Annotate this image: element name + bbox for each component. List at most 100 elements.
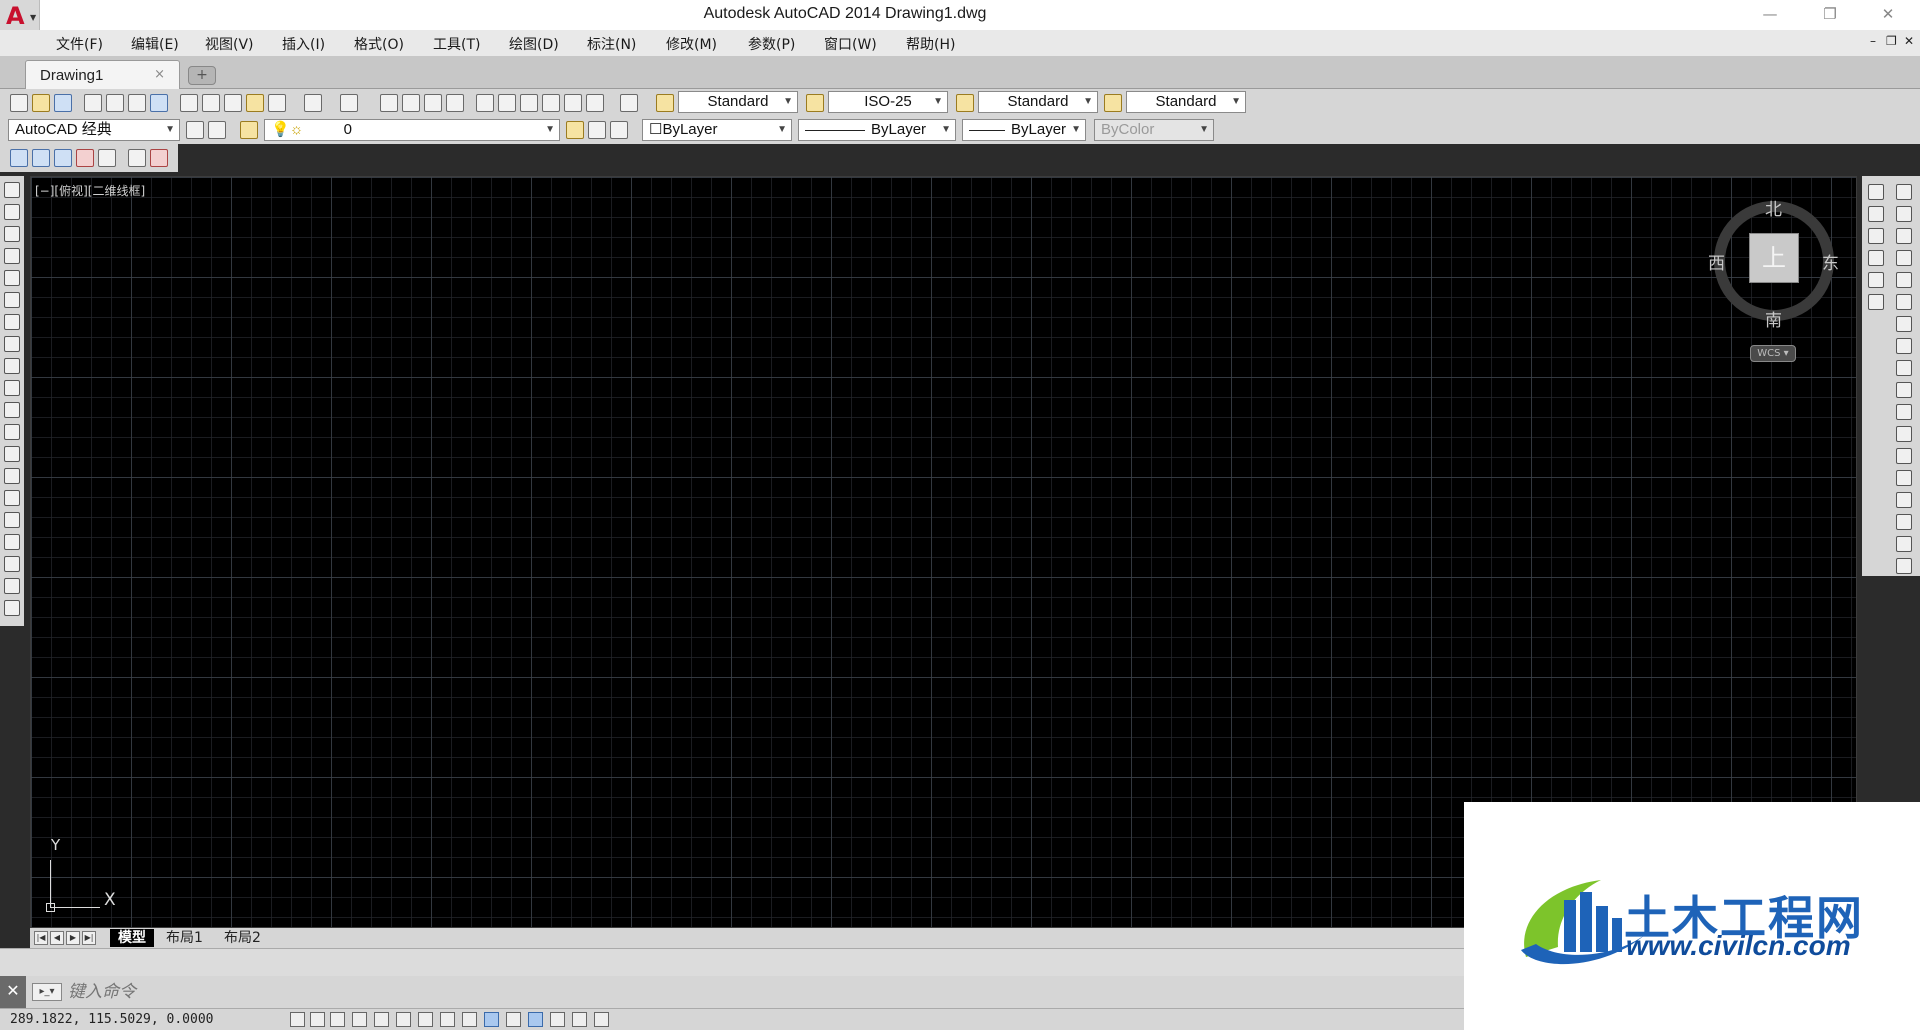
lineweight-select[interactable]: ByLayer ▼ (962, 119, 1086, 141)
help-icon[interactable] (620, 94, 638, 112)
dynamic-input-icon[interactable] (484, 1012, 499, 1027)
restore-button[interactable]: ❐ (1810, 2, 1850, 26)
revcloud-icon[interactable] (4, 336, 20, 352)
rectangle-icon[interactable] (4, 270, 20, 286)
doc-restore-icon[interactable]: ❐ (1886, 34, 1897, 48)
open-folder-icon[interactable] (32, 94, 50, 112)
minimize-button[interactable]: — (1750, 2, 1790, 26)
hatch-to-back-icon[interactable] (1868, 294, 1884, 310)
dim-style-icon[interactable] (806, 94, 824, 112)
menu-modify[interactable]: 修改(M) (666, 34, 717, 54)
layer-previous-icon[interactable] (588, 121, 606, 139)
tab-drawing1[interactable]: Drawing1 × (25, 60, 180, 89)
multileader-style-icon[interactable] (1104, 94, 1122, 112)
draworder-back-icon[interactable] (1868, 206, 1884, 222)
break-at-point-icon[interactable] (1896, 426, 1912, 442)
menu-dimension[interactable]: 标注(N) (587, 34, 636, 54)
multileader-style-select[interactable]: Standard ▼ (1126, 91, 1246, 113)
menu-help[interactable]: 帮助(H) (906, 34, 955, 54)
menu-parametric[interactable]: 参数(P) (748, 34, 795, 54)
ellipse-arc-icon[interactable] (4, 402, 20, 418)
ortho-mode-icon[interactable] (352, 1012, 367, 1027)
markup-icon[interactable] (564, 94, 582, 112)
compass-north[interactable]: 北 (1765, 195, 1782, 220)
break-icon[interactable] (1896, 448, 1912, 464)
tab-model[interactable]: 模型 (110, 929, 154, 947)
explode-icon[interactable] (1896, 558, 1912, 574)
object-snap-tracking-icon[interactable] (440, 1012, 455, 1027)
color-select[interactable]: ☐ByLayer ▼ (642, 119, 792, 141)
quick-properties-icon[interactable] (550, 1012, 565, 1027)
polyline-icon[interactable] (4, 226, 20, 242)
layer-match-icon[interactable] (10, 149, 28, 167)
lineweight-display-icon[interactable] (506, 1012, 521, 1027)
table-style-icon[interactable] (956, 94, 974, 112)
tab-layout1[interactable]: 布局1 (158, 929, 211, 947)
add-selected-icon[interactable] (4, 600, 20, 616)
viewcube-top-face[interactable]: 上 (1749, 233, 1799, 283)
grid-display-icon[interactable] (330, 1012, 345, 1027)
workspace-settings-gear-icon[interactable] (186, 121, 204, 139)
tab-close-icon[interactable]: × (154, 67, 165, 82)
menu-tools[interactable]: 工具(T) (433, 34, 480, 54)
transparency-icon[interactable] (528, 1012, 543, 1027)
doc-close-icon[interactable]: ✕ (1904, 34, 1914, 48)
compass-west[interactable]: 西 (1708, 249, 1725, 274)
print-preview-icon[interactable] (106, 94, 124, 112)
menu-file[interactable]: 文件(F) (56, 34, 103, 54)
chamfer-icon[interactable] (1896, 492, 1912, 508)
blend-curves-icon[interactable] (1896, 536, 1912, 552)
rotate-icon[interactable] (1896, 316, 1912, 332)
region-icon[interactable] (4, 534, 20, 550)
hatch-icon[interactable] (4, 490, 20, 506)
undo-icon[interactable] (304, 94, 322, 112)
copy-object-icon[interactable] (1896, 206, 1912, 222)
make-current-layer-icon[interactable] (566, 121, 584, 139)
pan-hand-icon[interactable] (380, 94, 398, 112)
match-properties-icon[interactable] (246, 94, 264, 112)
draworder-front-icon[interactable] (1868, 184, 1884, 200)
mirror-icon[interactable] (1896, 228, 1912, 244)
new-tab-button[interactable]: + (188, 66, 216, 85)
circle-icon[interactable] (4, 314, 20, 330)
move-icon[interactable] (1896, 294, 1912, 310)
sheet-set-icon[interactable] (542, 94, 560, 112)
spline-icon[interactable] (4, 358, 20, 374)
workspace-select[interactable]: AutoCAD 经典 ▼ (8, 119, 180, 141)
next-layout-icon[interactable]: ▶ (66, 931, 80, 945)
layer-off-icon[interactable] (76, 149, 94, 167)
make-block-icon[interactable] (4, 446, 20, 462)
menu-draw[interactable]: 绘图(D) (509, 34, 559, 54)
cursor-coordinates[interactable]: 289.1822, 115.5029, 0.0000 (10, 1012, 214, 1027)
selection-cycling-icon[interactable] (572, 1012, 587, 1027)
dim-style-select[interactable]: ISO-25 ▼ (828, 91, 948, 113)
viewport-controls-label[interactable]: [−][俯视][二维线框] (35, 182, 145, 199)
point-icon[interactable] (4, 468, 20, 484)
redo-icon[interactable] (340, 94, 358, 112)
scale-icon[interactable] (1896, 338, 1912, 354)
layer-state-icon[interactable] (610, 121, 628, 139)
doc-minimize-icon[interactable]: – (1870, 34, 1876, 48)
array-icon[interactable] (1896, 272, 1912, 288)
text-to-front-icon[interactable] (1868, 272, 1884, 288)
layer-select[interactable]: 💡☼ 0 ▼ (264, 119, 560, 141)
construction-line-icon[interactable] (4, 204, 20, 220)
copy-icon[interactable] (202, 94, 220, 112)
tool-palettes-icon[interactable] (520, 94, 538, 112)
compass-south[interactable]: 南 (1765, 306, 1782, 331)
snap-mode-icon[interactable] (310, 1012, 325, 1027)
menu-insert[interactable]: 插入(I) (282, 34, 325, 54)
new-file-icon[interactable] (10, 94, 28, 112)
erase-icon[interactable] (1896, 184, 1912, 200)
tab-layout2[interactable]: 布局2 (216, 929, 269, 947)
zoom-realtime-icon[interactable] (402, 94, 420, 112)
close-button[interactable]: ✕ (1868, 2, 1908, 26)
previous-layout-icon[interactable]: ◀ (50, 931, 64, 945)
layer-unisolate-icon[interactable] (54, 149, 72, 167)
command-prompt-icon[interactable]: ▸_▾ (32, 983, 62, 1001)
menu-view[interactable]: 视图(V) (205, 34, 254, 54)
wcs-menu-button[interactable]: WCS ▾ (1750, 345, 1796, 362)
command-input[interactable] (68, 980, 1448, 1004)
fillet-icon[interactable] (1896, 514, 1912, 530)
command-close-icon[interactable]: ✕ (0, 976, 26, 1008)
